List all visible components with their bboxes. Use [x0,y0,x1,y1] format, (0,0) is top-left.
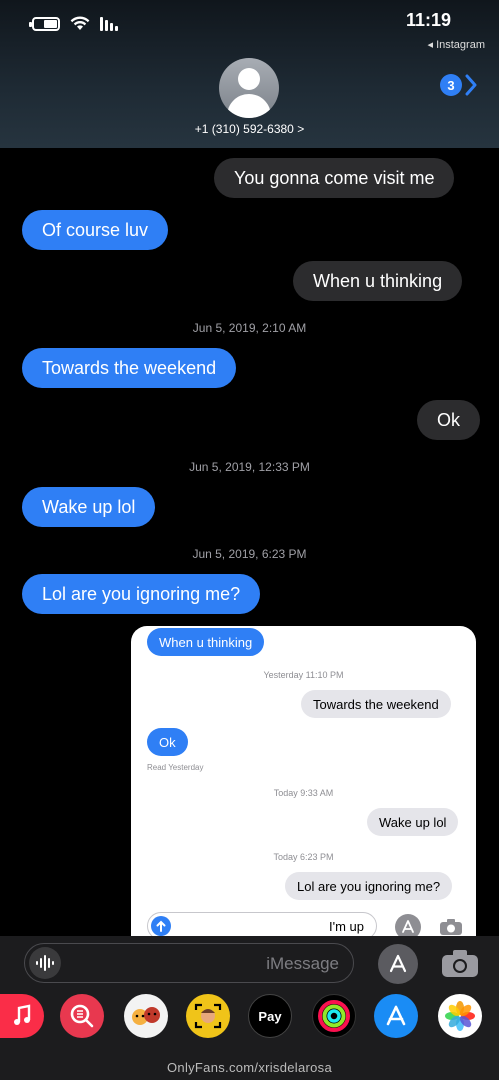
screenshot-attachment[interactable]: When u thinking Yesterday 11:10 PM Towar… [131,626,476,936]
apple-pay-label: Pay [258,1008,282,1024]
message-input-bar: iMessage [0,936,499,990]
screenshot-timestamp: Yesterday 11:10 PM [263,670,344,680]
message-bubble-received[interactable]: Ok [417,400,481,440]
status-time: 11:19 [405,10,451,30]
unread-count-badge: 3 [440,74,462,96]
message-bubble-sent[interactable]: Towards the weekend [22,348,237,388]
screenshot-bubble-sent: When u thinking [147,628,265,656]
app-store-icon [395,914,421,936]
screenshot-input-field: I'm up [147,912,377,936]
screenshot-bubble-received: Towards the weekend [301,690,451,718]
message-timestamp: Jun 5, 2019, 2:10 AM [192,321,307,335]
memoji-camera-app-icon[interactable] [186,994,230,1038]
imessage-placeholder: iMessage [266,954,339,973]
screenshot-timestamp: Today 9:33 AM [273,788,334,798]
battery-icon [29,16,60,31]
status-icons [29,16,118,31]
apple-pay-app-icon[interactable]: Pay [248,994,292,1038]
app-store-icon [389,954,407,973]
memoji-stickers-app-icon[interactable] [124,994,168,1038]
screenshot-input-value: I'm up [329,918,364,934]
contact-name[interactable]: +1 (310) 592-6380 > [0,122,499,136]
signal-icon [100,16,118,31]
message-bubble-sent[interactable]: Of course luv [22,210,169,250]
camera-icon [440,919,462,935]
message-timestamp: Jun 5, 2019, 6:23 PM [192,547,307,561]
music-app-icon[interactable] [0,994,44,1038]
message-bubble-sent[interactable]: Wake up lol [22,487,156,527]
app-drawer: Pay OnlyFans.com/xrisdelarosa [0,990,499,1080]
screenshot-bubble-received: Lol are you ignoring me? [285,872,453,900]
screenshot-bubble-received: Wake up lol [367,808,459,836]
chevron-icon [465,74,477,96]
camera-button[interactable] [440,948,480,978]
audio-message-button[interactable] [29,947,61,979]
search-images-app-icon[interactable] [60,994,104,1038]
message-timestamp: Jun 5, 2019, 12:33 PM [189,460,310,474]
back-to-app-link[interactable]: ◂ Instagram [428,38,486,51]
activity-app-icon[interactable] [312,994,356,1038]
message-bubble-received[interactable]: You gonna come visit me [214,158,455,198]
watermark-text: OnlyFans.com/xrisdelarosa [167,1060,332,1075]
back-button[interactable]: 3 [440,74,477,96]
imessage-input[interactable]: iMessage [24,943,354,983]
screenshot-read-receipt: Read Yesterday [147,763,204,772]
screenshot-timestamp: Today 6:23 PM [273,852,334,862]
contact-avatar[interactable] [219,58,279,118]
photos-app-icon[interactable] [438,994,482,1038]
app-store-button[interactable] [378,944,418,984]
message-bubble-received[interactable]: When u thinking [293,261,463,301]
wifi-icon [70,16,90,30]
message-bubble-sent[interactable]: Lol are you ignoring me? [22,574,261,614]
app-store-app-icon[interactable] [374,994,418,1038]
waveform-icon [36,955,54,971]
send-arrow-icon [151,916,171,936]
screenshot-bubble-sent: Ok [147,728,188,756]
conversation-header: 11:19 ◂ Instagram 3 +1 (310) 592-6380 > [0,0,499,148]
